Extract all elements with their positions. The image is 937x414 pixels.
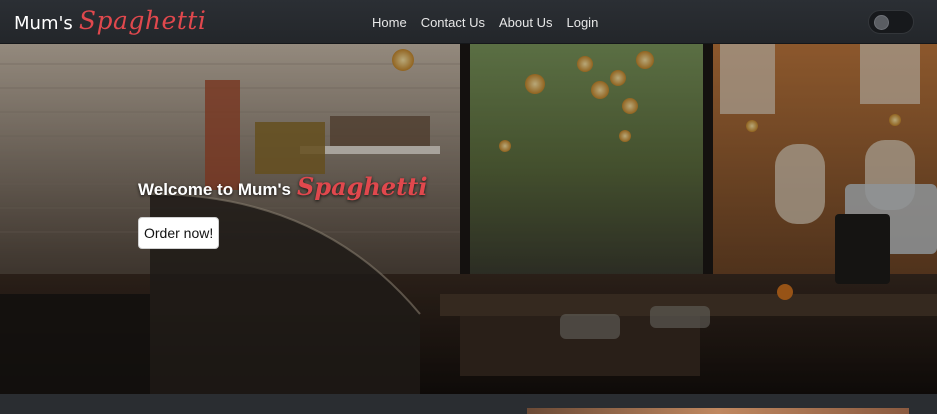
brand-name-plain: Mum's: [14, 13, 73, 34]
hero-banner: Welcome to Mum's Spaghetti Order now!: [0, 44, 937, 394]
brand-name-script: Spaghetti: [78, 6, 207, 35]
next-section-image: [527, 408, 909, 414]
hero-heading-plain: Welcome to Mum's: [138, 180, 291, 199]
order-now-button[interactable]: Order now!: [138, 217, 220, 249]
navbar: Mum's Spaghetti Home Contact Us About Us…: [0, 0, 937, 44]
theme-toggle-switch[interactable]: [868, 10, 914, 34]
nav-link-about-us[interactable]: About Us: [499, 15, 552, 30]
nav-link-login[interactable]: Login: [566, 15, 598, 30]
brand-logo[interactable]: Mum's Spaghetti: [14, 6, 206, 38]
hero-heading: Welcome to Mum's Spaghetti: [138, 172, 427, 201]
main-nav: Home Contact Us About Us Login: [372, 0, 598, 44]
hero-heading-script: Spaghetti: [296, 172, 428, 201]
toggle-switch-icon: [874, 15, 889, 30]
nav-link-home[interactable]: Home: [372, 15, 407, 30]
nav-link-contact-us[interactable]: Contact Us: [421, 15, 485, 30]
